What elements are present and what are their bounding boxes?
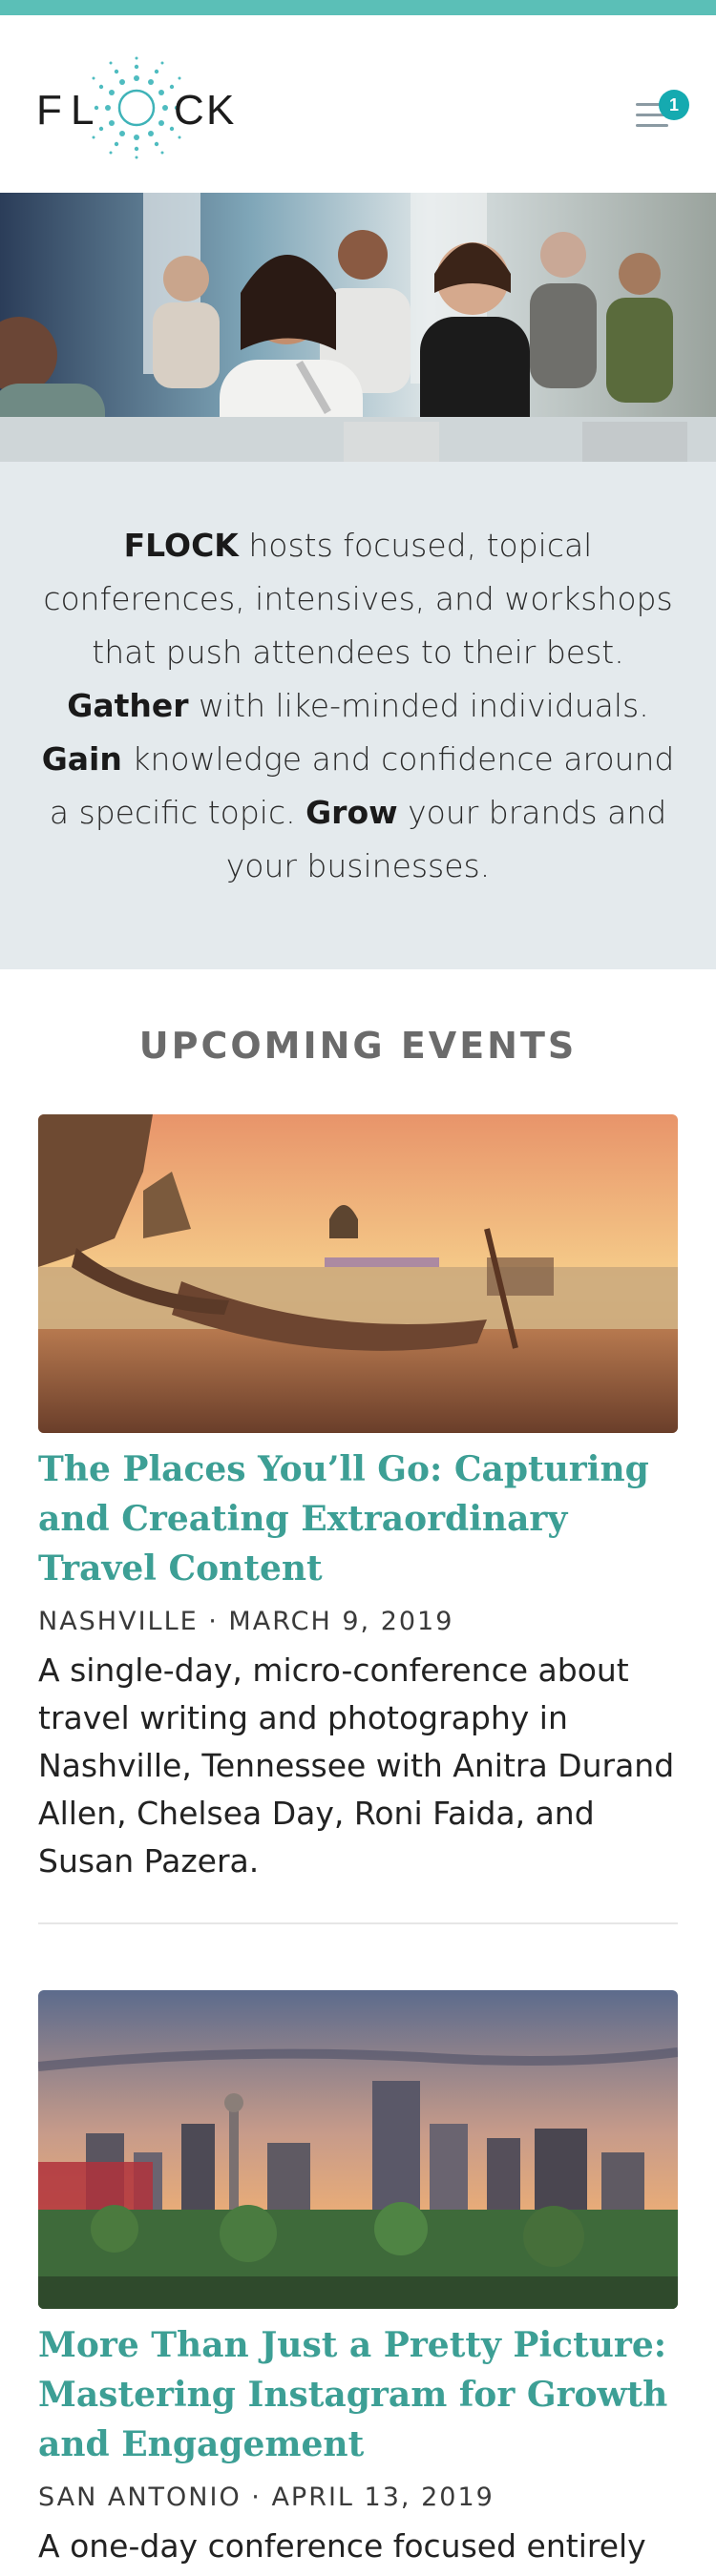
hero-image bbox=[0, 193, 716, 462]
site-header: F L C K 1 bbox=[0, 15, 716, 193]
intro-gain: Gain bbox=[41, 740, 122, 778]
intro-section: FLOCK hosts focused, topical conferences… bbox=[0, 462, 716, 969]
upcoming-events-heading: UPCOMING EVENTS bbox=[138, 1025, 578, 1067]
event-title-link[interactable]: The Places You’ll Go: Capturing and Crea… bbox=[38, 1444, 678, 1593]
event-description: A one-day conference focused entirely on bbox=[38, 2527, 646, 2576]
event-title-link[interactable]: More Than Just a Pretty Picture: Masteri… bbox=[38, 2320, 678, 2469]
intro-text: FLOCK hosts focused, topical conferences… bbox=[38, 519, 678, 893]
svg-text:C: C bbox=[174, 87, 204, 134]
event-meta: NASHVILLE · MARCH 9, 2019 bbox=[38, 1607, 454, 1636]
event-image-beach[interactable] bbox=[38, 1114, 678, 1433]
event-divider bbox=[38, 1922, 678, 1924]
flock-logo[interactable]: F L C K bbox=[36, 55, 237, 160]
svg-text:L: L bbox=[71, 87, 94, 134]
event-card: More Than Just a Pretty Picture: Masteri… bbox=[38, 1990, 678, 2576]
intro-text-2: with like-minded individuals. bbox=[188, 687, 649, 724]
top-accent-bar bbox=[0, 0, 716, 15]
svg-text:F: F bbox=[36, 87, 63, 134]
intro-brand: FLOCK bbox=[123, 527, 239, 564]
event-card: The Places You’ll Go: Capturing and Crea… bbox=[38, 1114, 678, 1925]
event-description: A single-day, micro-conference about tra… bbox=[38, 1652, 675, 1880]
svg-text:K: K bbox=[206, 87, 234, 134]
hamburger-icon-bar bbox=[636, 124, 668, 127]
event-image-skyline[interactable] bbox=[38, 1990, 678, 2309]
intro-gather: Gather bbox=[67, 687, 189, 724]
notification-badge: 1 bbox=[659, 90, 689, 120]
event-meta: SAN ANTONIO · APRIL 13, 2019 bbox=[38, 2483, 495, 2512]
intro-grow: Grow bbox=[305, 794, 398, 831]
logo-wordmark: F L C K bbox=[36, 87, 234, 134]
